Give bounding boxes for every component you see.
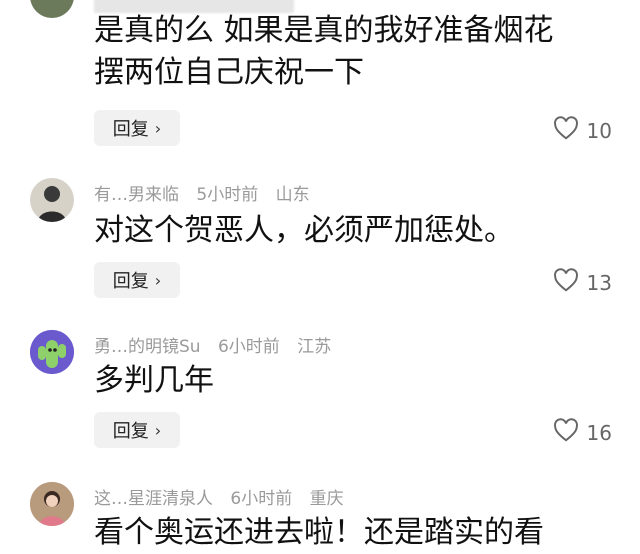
heart-icon (553, 268, 579, 297)
username[interactable]: 勇…的明镜Su (94, 337, 201, 357)
avatar[interactable] (30, 0, 74, 18)
reply-button[interactable]: 回复 › (94, 262, 180, 298)
comment-text-line: 对这个贺恶人，必须严加惩处。 (94, 213, 514, 248)
comment-text-line: 看个奥运还进去啦！还是踏实的看 (94, 515, 544, 550)
like-count: 16 (586, 420, 612, 445)
reply-label: 回复 (112, 421, 149, 442)
avatar[interactable] (30, 178, 74, 222)
comment-meta: 有…男来临 5小时前 山东 (94, 180, 322, 205)
comment-location: 江苏 (297, 337, 332, 357)
like-button[interactable]: 10 (553, 116, 612, 145)
heart-icon (553, 418, 579, 447)
like-count: 13 (586, 270, 612, 295)
reply-button[interactable]: 回复 › (94, 412, 180, 448)
comment-meta: 这…星涯清泉人 6小时前 重庆 (94, 484, 356, 509)
chevron-right-icon: › (154, 420, 162, 440)
chevron-right-icon: › (154, 118, 162, 138)
comment-text: 对这个贺恶人，必须严加惩处。 (94, 210, 514, 252)
like-button[interactable]: 13 (553, 268, 612, 297)
like-count: 10 (586, 118, 612, 143)
comment-text-line: 多判几年 (94, 363, 214, 398)
avatar[interactable] (30, 482, 74, 526)
reply-label: 回复 (112, 271, 149, 292)
comment-text: 看个奥运还进去啦！还是踏实的看 (94, 512, 544, 554)
username[interactable]: 有…男来临 (94, 185, 179, 205)
avatar[interactable] (30, 330, 74, 374)
comment-location: 重庆 (309, 489, 344, 509)
like-button[interactable]: 16 (553, 418, 612, 447)
username[interactable]: 这…星涯清泉人 (94, 489, 213, 509)
chevron-right-icon: › (154, 270, 162, 290)
reply-label: 回复 (112, 119, 149, 140)
reply-button[interactable]: 回复 › (94, 110, 180, 146)
comment-text-line: 摆两位自己庆祝一下 (94, 55, 364, 90)
comment-text: 多判几年 (94, 360, 214, 402)
comment-text: 是真的么 如果是真的我好准备烟花 摆两位自己庆祝一下 (94, 10, 554, 94)
comment-location: 山东 (275, 185, 310, 205)
comment-meta: 勇…的明镜Su 6小时前 江苏 (94, 332, 343, 357)
comment-time: 5小时前 (196, 185, 259, 205)
comment-time: 6小时前 (217, 337, 280, 357)
comment-time: 6小时前 (230, 489, 293, 509)
comment-text-line: 是真的么 如果是真的我好准备烟花 (94, 13, 554, 48)
heart-icon (553, 116, 579, 145)
